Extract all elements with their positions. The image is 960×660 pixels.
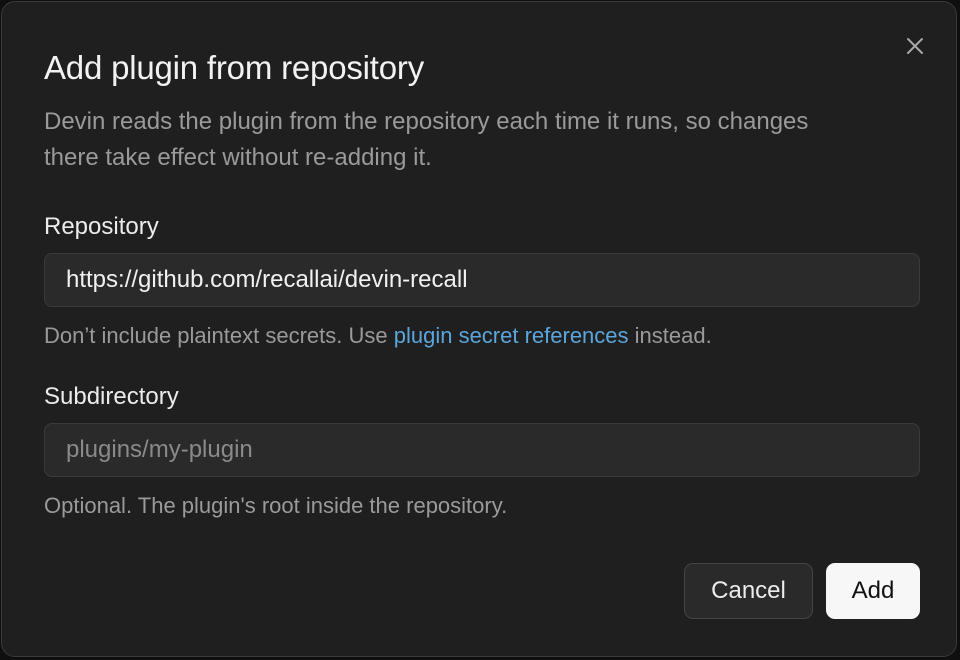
close-icon bbox=[907, 38, 923, 54]
repository-hint-text: Don’t include plaintext secrets. Use bbox=[44, 323, 394, 348]
repository-hint: Don’t include plaintext secrets. Use plu… bbox=[44, 321, 712, 351]
subdirectory-hint: Optional. The plugin's root inside the r… bbox=[44, 493, 508, 518]
repository-label: Repository bbox=[44, 213, 159, 240]
subdirectory-label: Subdirectory bbox=[44, 383, 179, 410]
add-plugin-dialog: Add plugin from repository Devin reads t… bbox=[1, 1, 957, 657]
close-button[interactable] bbox=[901, 32, 929, 60]
dialog-description: Devin reads the plugin from the reposito… bbox=[44, 108, 809, 171]
subdirectory-input[interactable] bbox=[44, 423, 920, 477]
plugin-secret-references-link[interactable]: plugin secret references bbox=[394, 323, 629, 348]
dialog-title: Add plugin from repository bbox=[44, 49, 424, 86]
repository-input[interactable] bbox=[44, 253, 920, 307]
cancel-button[interactable]: Cancel bbox=[684, 563, 813, 619]
repository-hint-suffix: instead. bbox=[628, 323, 712, 348]
add-button[interactable]: Add bbox=[826, 563, 920, 619]
